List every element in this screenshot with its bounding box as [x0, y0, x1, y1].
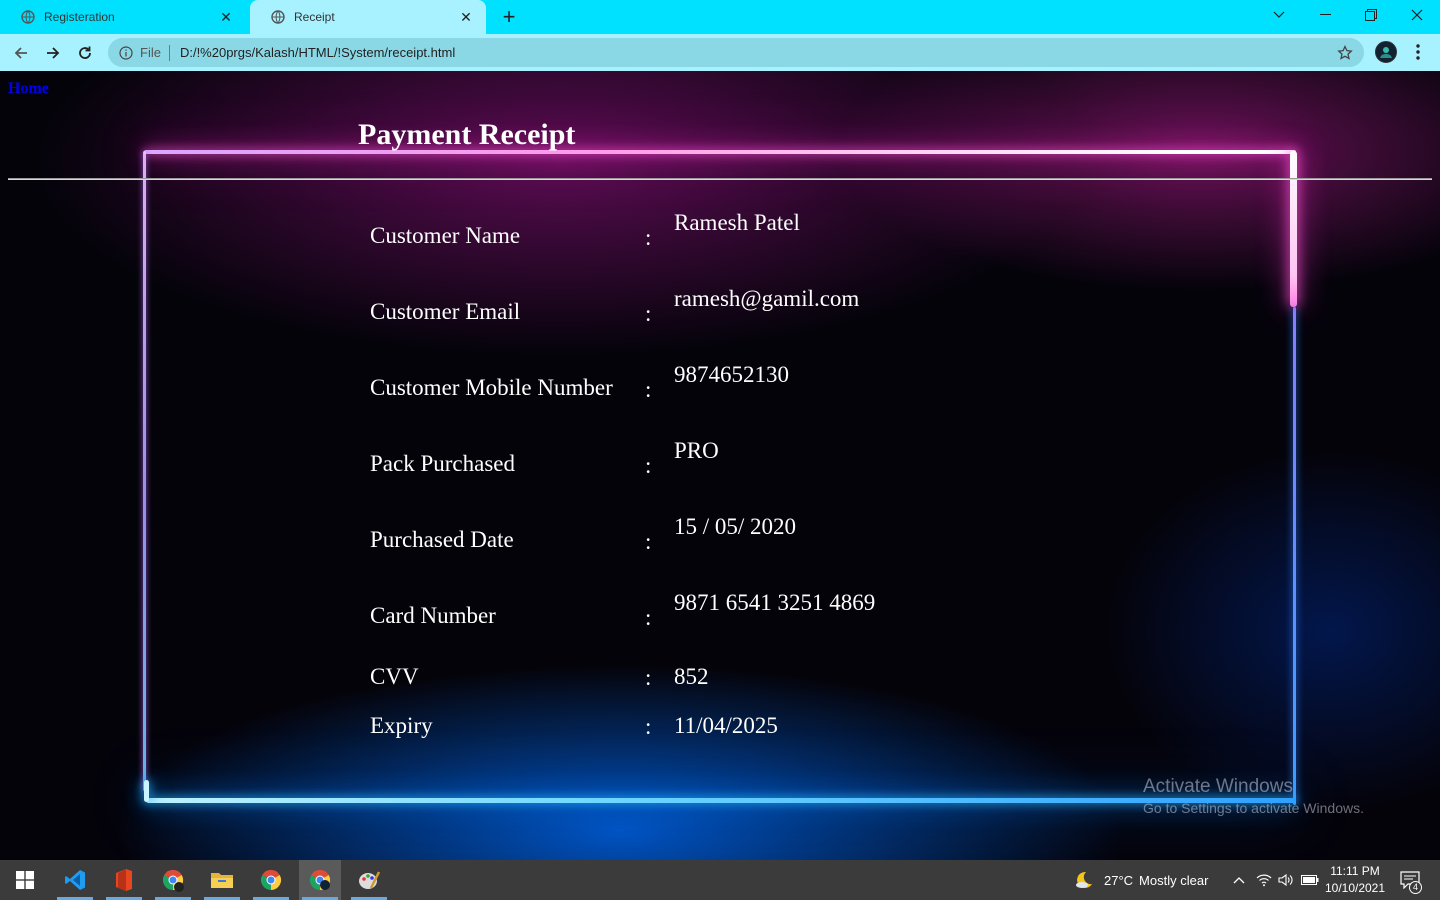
row-value: 9871 6541 3251 4869 — [674, 590, 876, 615]
chrome-profile-icon[interactable] — [152, 860, 194, 900]
clock-date: 10/10/2021 — [1324, 881, 1386, 895]
activate-windows-watermark: Activate Windows Go to Settings to activ… — [1143, 776, 1364, 816]
row-value: ramesh@gamil.com — [674, 286, 860, 311]
neon-frame-corner — [144, 780, 149, 802]
moon-cloud-icon — [1073, 869, 1095, 891]
chrome-icon[interactable] — [250, 860, 292, 900]
row-value: 852 — [674, 664, 709, 689]
row-separator: : — [645, 225, 652, 250]
row-separator: : — [645, 301, 652, 326]
browser-toolbar: File D:/!%20prgs/Kalash/HTML/!System/rec… — [0, 34, 1440, 71]
chevron-up-icon[interactable] — [1230, 860, 1248, 900]
address-bar[interactable]: File D:/!%20prgs/Kalash/HTML/!System/rec… — [108, 38, 1364, 67]
notification-count: 4 — [1409, 881, 1422, 894]
row-value: 15 / 05/ 2020 — [674, 514, 797, 539]
row-value: Ramesh Patel — [674, 210, 800, 235]
url-text[interactable]: D:/!%20prgs/Kalash/HTML/!System/receipt.… — [180, 45, 455, 60]
back-arrow-icon[interactable] — [8, 40, 34, 66]
windows-taskbar: 27°C Mostly clear 11:11 PM 10/10/2021 4 — [0, 860, 1440, 900]
row-separator: : — [645, 714, 652, 739]
file-explorer-icon[interactable] — [201, 860, 243, 900]
system-clock[interactable]: 11:11 PM 10/10/2021 — [1320, 863, 1390, 897]
volume-icon[interactable] — [1277, 860, 1295, 900]
row-label: Pack Purchased — [370, 451, 515, 476]
receipt-row-customer-mobile: Customer Mobile Number : 9874652130 — [0, 362, 1440, 413]
windows-start-icon[interactable] — [4, 860, 46, 900]
row-value: 11/04/2025 — [674, 713, 778, 738]
row-label: Expiry — [370, 713, 433, 738]
weather-condition: Mostly clear — [1139, 872, 1209, 888]
receipt-row-customer-name: Customer Name : Ramesh Patel — [0, 210, 1440, 261]
receipt-row-pack-purchased: Pack Purchased : PRO — [0, 438, 1440, 489]
neon-frame-bottom — [146, 798, 1296, 803]
tab-registeration[interactable]: Registeration ✕ — [0, 0, 246, 34]
row-value: PRO — [674, 438, 719, 463]
row-label: Purchased Date — [370, 527, 514, 552]
tab-receipt[interactable]: Receipt ✕ — [250, 0, 486, 34]
tab-label: Registeration — [44, 10, 115, 24]
row-separator: : — [645, 377, 652, 402]
globe-icon — [270, 9, 286, 25]
receipt-row-customer-email: Customer Email : ramesh@gamil.com — [0, 286, 1440, 337]
forward-arrow-icon[interactable] — [40, 40, 66, 66]
tab-search-chevron-down-icon[interactable] — [1256, 0, 1302, 30]
divider — [8, 178, 1432, 180]
paint-icon[interactable] — [348, 860, 390, 900]
neon-frame-top — [144, 150, 1296, 154]
row-separator: : — [645, 453, 652, 478]
tab-strip: Registeration ✕ Receipt ✕ + — [0, 0, 1440, 34]
battery-icon[interactable] — [1300, 860, 1320, 900]
profile-avatar-icon[interactable] — [1375, 41, 1397, 63]
notification-center-icon[interactable]: 4 — [1396, 860, 1424, 900]
row-label: Customer Email — [370, 299, 521, 324]
weather-widget[interactable]: 27°C Mostly clear — [1073, 860, 1208, 900]
receipt-row-expiry: Expiry : 11/04/2025 — [0, 713, 1440, 753]
home-link[interactable]: Home — [8, 80, 49, 98]
office-icon[interactable] — [103, 860, 145, 900]
globe-icon — [20, 9, 36, 25]
close-icon[interactable]: ✕ — [458, 9, 474, 25]
row-value: 9874652130 — [674, 362, 789, 387]
new-tab-button[interactable]: + — [498, 6, 520, 28]
restore-icon[interactable] — [1348, 0, 1394, 30]
info-icon[interactable] — [118, 45, 134, 61]
close-icon[interactable]: ✕ — [218, 9, 234, 25]
bookmark-star-icon[interactable] — [1336, 44, 1354, 62]
page-content: Home Payment Receipt Customer Name : Ram… — [0, 71, 1440, 860]
chrome-active-icon[interactable] — [299, 860, 341, 900]
wifi-icon[interactable] — [1255, 860, 1273, 900]
page-title: Payment Receipt — [358, 118, 576, 151]
row-label: CVV — [370, 664, 419, 689]
more-vertical-icon[interactable] — [1408, 40, 1428, 64]
receipt-row-cvv: CVV : 852 — [0, 664, 1440, 704]
watermark-line-2: Go to Settings to activate Windows. — [1143, 800, 1364, 816]
receipt-row-card-number: Card Number : 9871 6541 3251 4869 — [0, 590, 1440, 641]
tab-label: Receipt — [294, 10, 335, 24]
divider — [168, 44, 170, 61]
row-separator: : — [645, 605, 652, 630]
clock-time: 11:11 PM — [1330, 864, 1380, 878]
watermark-line-1: Activate Windows — [1143, 776, 1293, 797]
row-label: Customer Name — [370, 223, 521, 248]
weather-temp: 27°C — [1104, 872, 1134, 888]
row-separator: : — [645, 665, 652, 690]
row-label: Customer Mobile Number — [370, 375, 613, 400]
reload-icon[interactable] — [72, 40, 98, 66]
url-scheme: File — [140, 45, 161, 60]
row-label: Card Number — [370, 603, 496, 628]
close-window-icon[interactable] — [1394, 0, 1440, 30]
minimize-icon[interactable] — [1302, 0, 1348, 30]
vscode-icon[interactable] — [54, 860, 96, 900]
receipt-row-purchased-date: Purchased Date : 15 / 05/ 2020 — [0, 514, 1440, 565]
row-separator: : — [645, 529, 652, 554]
